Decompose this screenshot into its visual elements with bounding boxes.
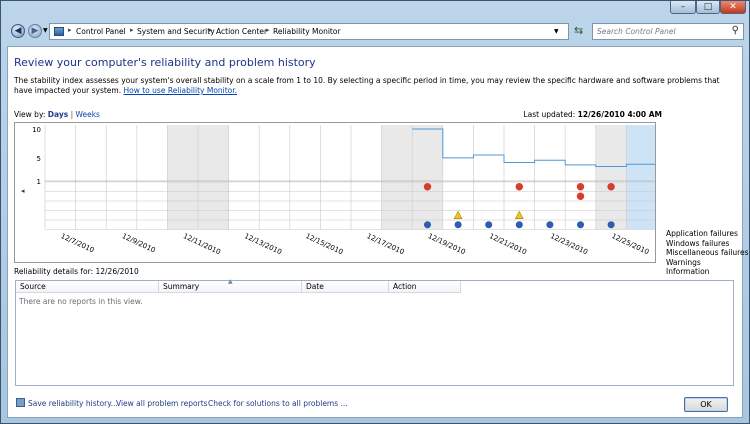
view-days-link[interactable]: Days: [48, 110, 68, 119]
information-icon[interactable]: [546, 221, 554, 229]
chart-row-label: Application failures: [666, 229, 738, 238]
sort-indicator-icon: ▲: [228, 278, 233, 285]
minimize-button[interactable]: –: [670, 1, 696, 14]
maximize-button[interactable]: □: [696, 1, 720, 14]
ok-button[interactable]: OK: [684, 397, 728, 412]
day-column[interactable]: [45, 125, 76, 230]
day-column[interactable]: [565, 125, 596, 230]
x-tick-label: 12/25/2010: [610, 232, 650, 256]
x-tick-label: 12/21/2010: [488, 232, 528, 256]
day-column[interactable]: [412, 125, 443, 230]
view-separator: |: [70, 110, 74, 119]
problem-reports-table: Source Summary ▲ Date Action There are n…: [15, 278, 734, 386]
reliability-details-label: Reliability details for: 12/26/2010: [14, 267, 139, 276]
page-title: Review your computer's reliability and p…: [14, 56, 316, 69]
day-column[interactable]: [106, 125, 137, 230]
chart-row-labels: Application failures Windows failures Misc…: [666, 229, 749, 277]
empty-table-message: There are no reports in this view.: [19, 297, 143, 306]
x-tick-label: 12/11/2010: [182, 232, 222, 256]
save-reliability-history-link[interactable]: Save reliability history...: [28, 399, 118, 408]
scroll-left-icon[interactable]: ◂: [21, 187, 25, 195]
page-description: The stability index assesses your system…: [14, 76, 738, 96]
information-icon[interactable]: [607, 221, 615, 229]
day-column[interactable]: [228, 125, 260, 230]
chart-row-label: Warnings: [666, 257, 701, 267]
forward-button[interactable]: ▶: [28, 24, 42, 38]
view-all-problem-reports-link[interactable]: View all problem reports: [116, 399, 208, 408]
close-button[interactable]: ✕: [720, 1, 746, 14]
chart-row-label: Windows failures: [666, 238, 730, 248]
main-content: Review your computer's reliability and p…: [7, 46, 749, 418]
x-tick-label: 12/23/2010: [549, 232, 589, 256]
breadcrumb-separator-icon: ▸: [266, 26, 270, 34]
information-icon[interactable]: [485, 221, 493, 229]
information-icon[interactable]: [454, 221, 462, 229]
last-updated: Last updated: 12/26/2010 4:00 AM: [524, 110, 663, 119]
x-tick-label: 12/17/2010: [365, 232, 405, 256]
save-icon: [16, 398, 25, 407]
information-icon[interactable]: [515, 221, 523, 229]
x-tick-label: 12/15/2010: [304, 232, 344, 256]
x-tick-label: 12/13/2010: [243, 232, 283, 256]
control-panel-icon: [54, 27, 64, 36]
x-tick-label: 12/9/2010: [121, 232, 157, 254]
y-tick-label: 1: [37, 178, 41, 186]
error-icon[interactable]: [423, 183, 432, 191]
error-icon[interactable]: [576, 192, 585, 200]
reliability-chart[interactable]: 10 5 1 ◂ 12/7/2010 12/9/2010 12/11/2010 12/13/2…: [14, 122, 656, 263]
search-box[interactable]: Search Control Panel ⚲: [592, 23, 744, 40]
how-to-use-link[interactable]: How to use Reliability Monitor.: [124, 86, 238, 95]
back-button[interactable]: ◀: [11, 24, 25, 38]
last-updated-value: 12/26/2010 4:00 AM: [577, 110, 662, 119]
search-icon[interactable]: ⚲: [732, 25, 739, 36]
description-text: The stability index assesses your system…: [14, 76, 720, 95]
x-tick-label: 12/7/2010: [59, 232, 95, 254]
day-column[interactable]: [381, 125, 413, 230]
view-weeks-link[interactable]: Weeks: [76, 110, 100, 119]
breadcrumb-separator-icon: ▸: [130, 26, 134, 34]
breadcrumb-reliability-monitor[interactable]: Reliability Monitor: [273, 27, 341, 36]
breadcrumb-action-center[interactable]: Action Center: [216, 27, 267, 36]
breadcrumb-separator-icon: ▸: [209, 26, 213, 34]
information-icon[interactable]: [424, 221, 431, 229]
day-column[interactable]: [626, 125, 655, 230]
recent-pages-dropdown-icon[interactable]: ▼: [43, 27, 48, 34]
address-bar[interactable]: ▸ Control Panel ▸ System and Security ▸ …: [49, 23, 569, 40]
day-column[interactable]: [198, 125, 229, 230]
refresh-icon[interactable]: ⇆: [574, 24, 583, 37]
day-column[interactable]: [473, 125, 504, 230]
information-icon[interactable]: [577, 221, 584, 229]
day-column[interactable]: [167, 125, 198, 230]
day-column[interactable]: [351, 125, 382, 230]
day-column[interactable]: [259, 125, 290, 230]
column-source[interactable]: Source: [16, 281, 159, 293]
check-for-solutions-link[interactable]: Check for solutions to all problems ...: [208, 399, 348, 408]
view-by-label: View by:: [14, 110, 46, 119]
address-dropdown-icon[interactable]: ▼: [554, 28, 559, 35]
chart-row-label: Information: [666, 267, 710, 276]
y-tick-label: 5: [37, 155, 41, 163]
day-column[interactable]: [75, 125, 107, 230]
last-updated-label: Last updated:: [523, 110, 576, 119]
day-column[interactable]: [534, 125, 566, 230]
y-tick-label: 10: [32, 126, 41, 134]
day-column[interactable]: [595, 125, 627, 230]
view-by: View by: Days | Weeks: [14, 110, 100, 119]
search-input[interactable]: Search Control Panel: [597, 27, 676, 36]
x-tick-label: 12/19/2010: [427, 232, 467, 256]
column-date[interactable]: Date: [302, 281, 389, 293]
breadcrumb-system-security[interactable]: System and Security: [137, 27, 215, 36]
reliability-chart-svg[interactable]: 10 5 1 ◂ 12/7/2010 12/9/2010 12/11/2010 12/13/2…: [15, 123, 655, 262]
day-column[interactable]: [136, 125, 168, 230]
error-icon[interactable]: [607, 183, 615, 191]
footer-bar: Save reliability history... View all pro…: [8, 390, 742, 418]
column-action[interactable]: Action: [389, 281, 461, 293]
day-column[interactable]: [320, 125, 351, 230]
chart-row-label: Miscellaneous failures: [666, 248, 749, 257]
error-icon[interactable]: [576, 183, 585, 191]
breadcrumb-separator-icon: ▸: [68, 26, 72, 34]
error-icon[interactable]: [515, 183, 523, 191]
breadcrumb-control-panel[interactable]: Control Panel: [76, 27, 126, 36]
day-column[interactable]: [289, 125, 321, 230]
